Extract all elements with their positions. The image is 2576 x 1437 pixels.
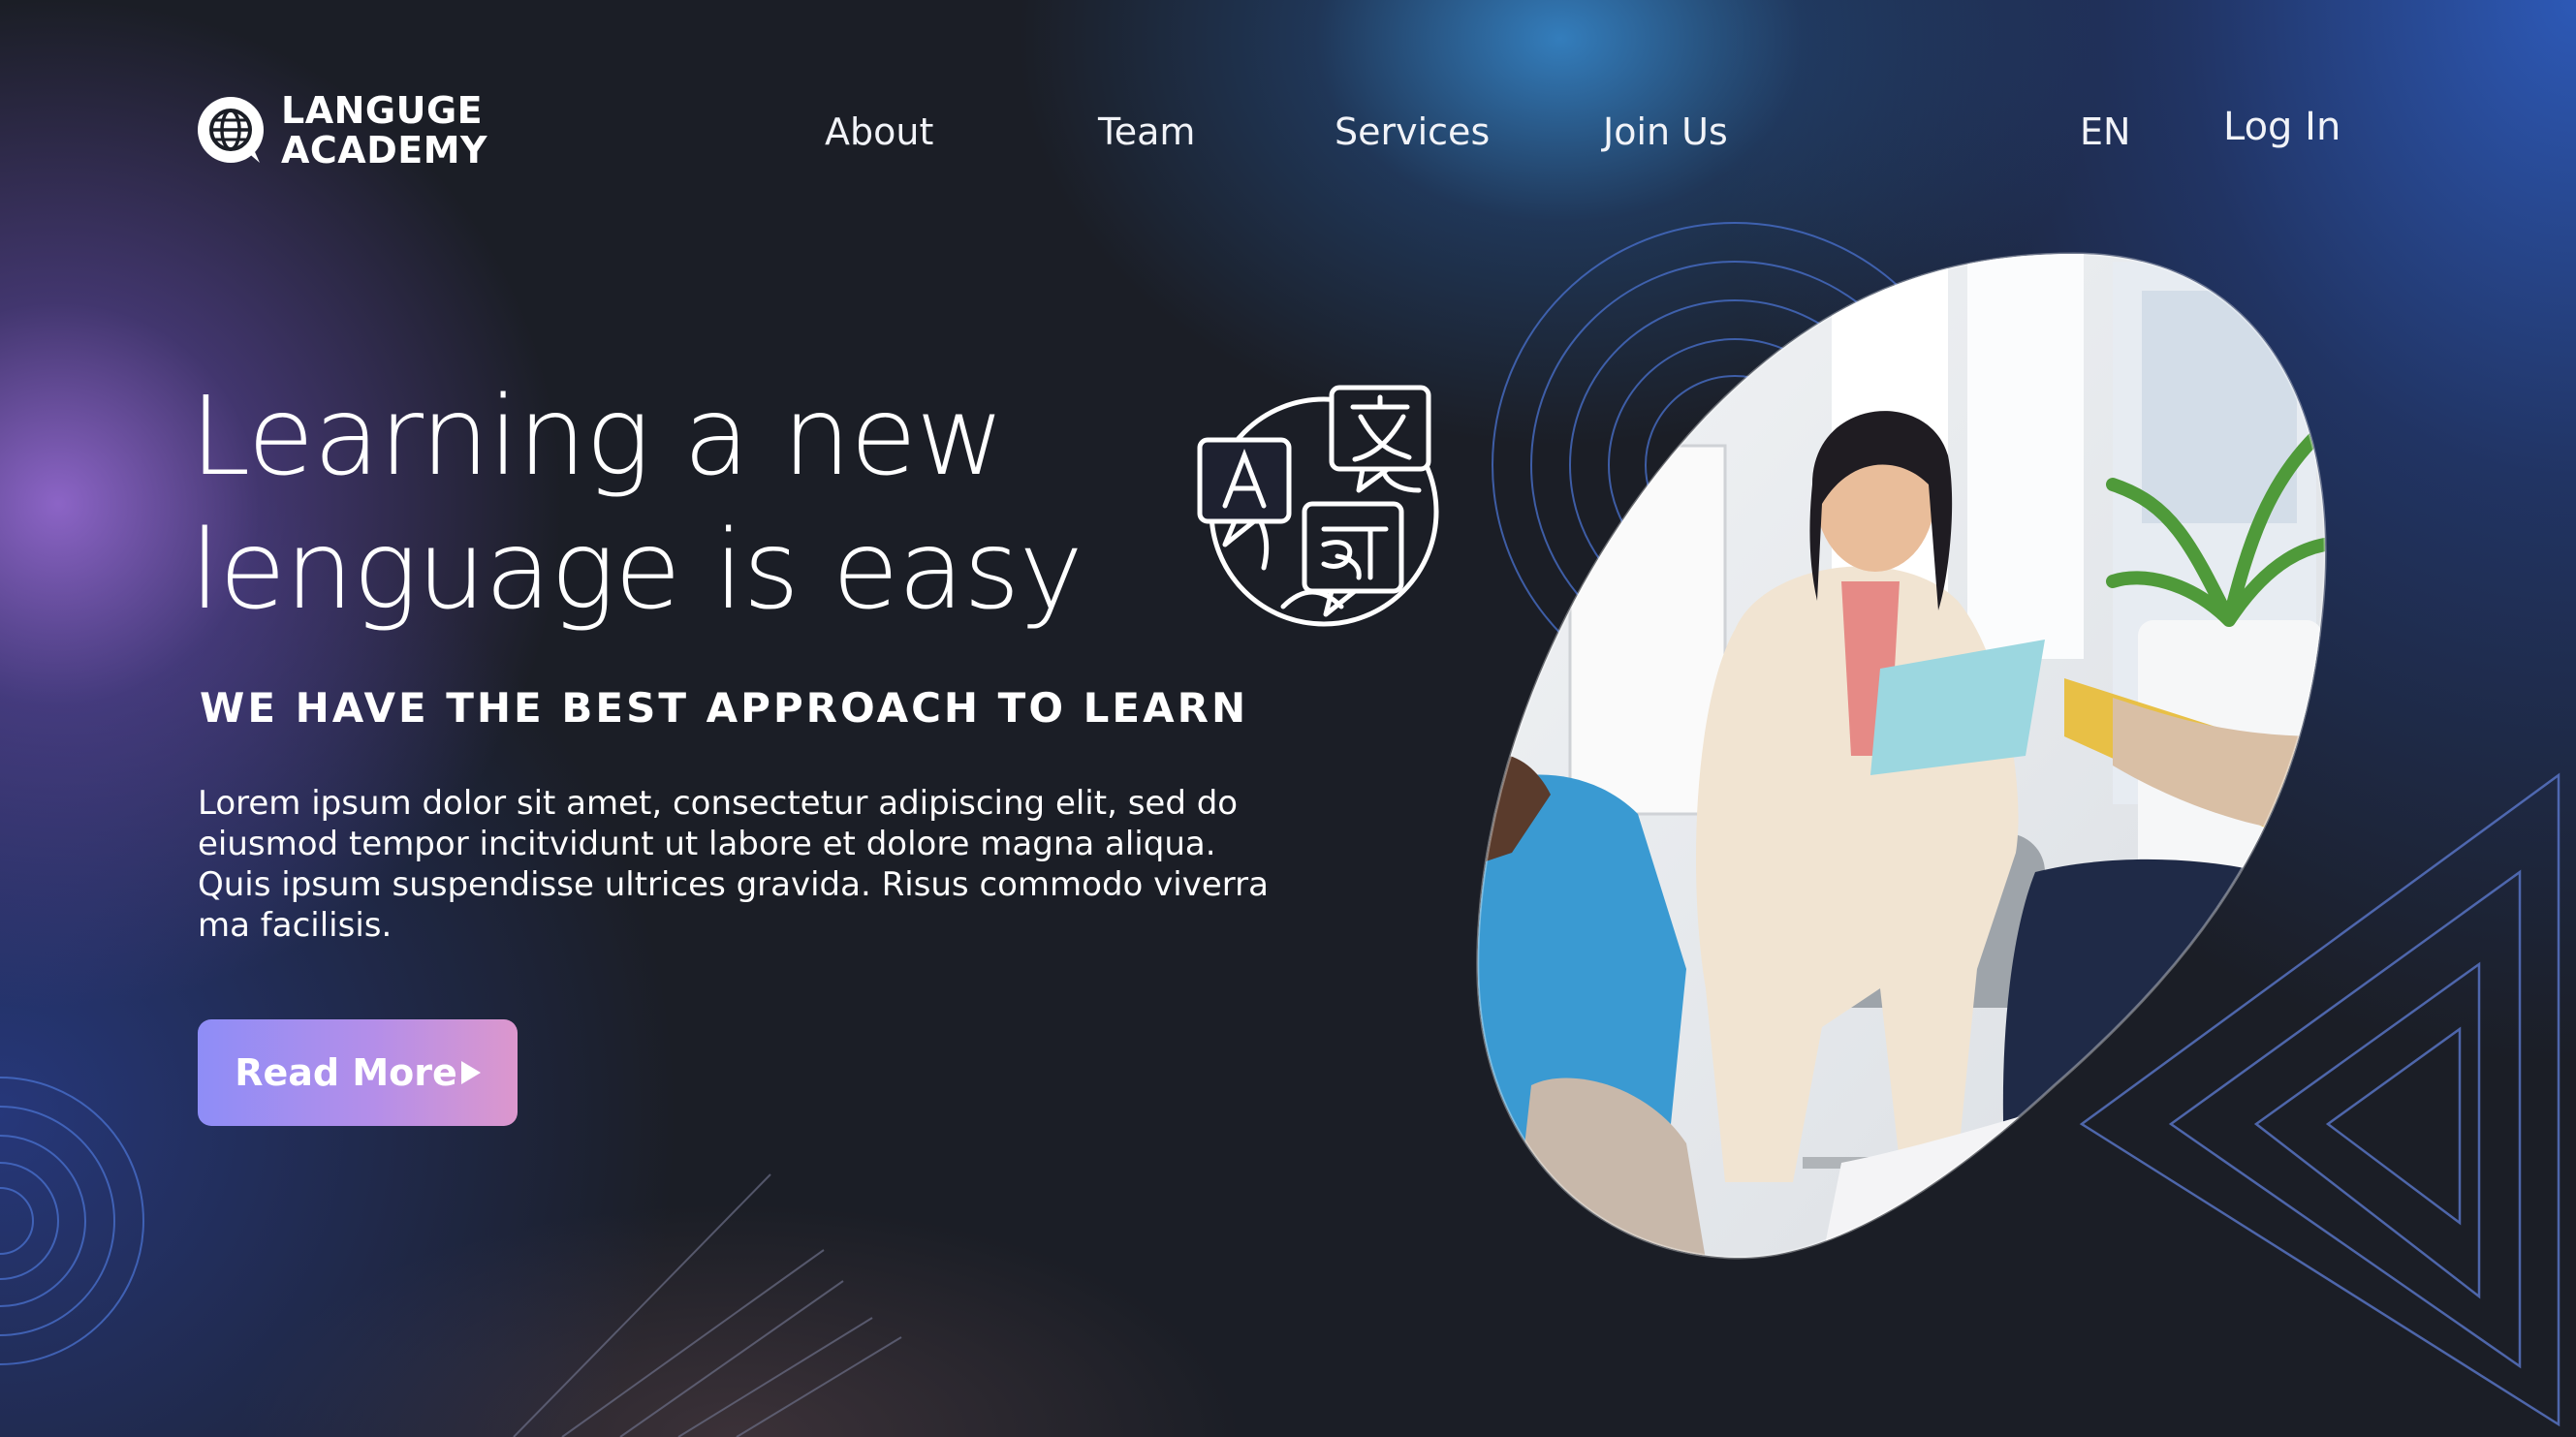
read-more-button[interactable]: Read More xyxy=(198,1019,518,1126)
nav-join-us[interactable]: Join Us xyxy=(1603,110,1728,153)
headline-line-1: Learning a new xyxy=(190,374,1005,500)
play-arrow-icon xyxy=(460,1061,481,1084)
headline-line-2: lenguage is easy xyxy=(190,508,1084,634)
login-button[interactable]: Log In xyxy=(2223,105,2340,149)
brand-line-2: ACADEMY xyxy=(281,129,488,172)
brand-name: LANGUGE ACADEMY xyxy=(281,91,487,171)
hero-headline: Learning a new lenguage is easy xyxy=(190,370,1084,638)
nav-team[interactable]: Team xyxy=(1098,110,1195,153)
nav-about[interactable]: About xyxy=(825,110,933,153)
read-more-label: Read More xyxy=(235,1051,457,1094)
brand-line-1: LANGUGE xyxy=(281,89,484,132)
brand-logo[interactable]: LANGUGE ACADEMY xyxy=(196,91,487,171)
hero-subheading: WE HAVE THE BEST APPROACH TO LEARN xyxy=(200,684,1249,732)
globe-chat-icon xyxy=(198,97,264,163)
nav-services[interactable]: Services xyxy=(1335,110,1490,153)
language-selector[interactable]: EN xyxy=(2080,110,2130,153)
hero-body-text: Lorem ipsum dolor sit amet, consectetur … xyxy=(198,784,1269,945)
translate-globe-icon xyxy=(1197,385,1439,627)
